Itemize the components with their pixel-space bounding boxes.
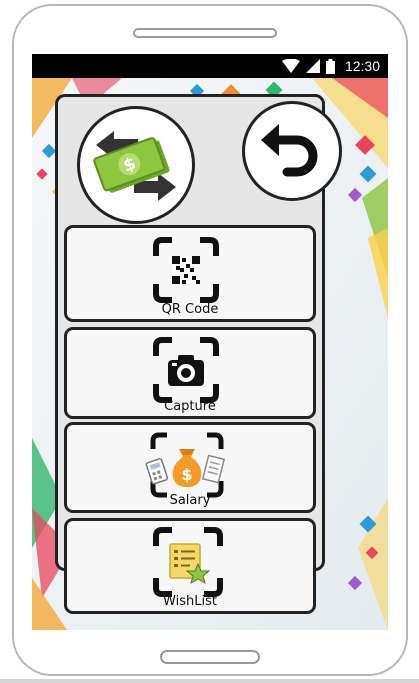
status-time: 12:30	[344, 58, 380, 74]
capture-button[interactable]: Capture	[64, 327, 316, 419]
camera-icon	[153, 337, 219, 403]
svg-text:$: $	[181, 465, 192, 484]
salary-button[interactable]: $ Salary	[64, 422, 316, 513]
back-button[interactable]	[242, 101, 342, 201]
qr-code-label: QR Code	[161, 302, 219, 317]
home-button[interactable]	[160, 650, 260, 664]
wishlist-icon	[153, 527, 223, 597]
signal-icon	[305, 59, 320, 73]
money-transfer-icon: $	[93, 131, 176, 201]
phone-speaker	[133, 28, 277, 38]
status-bar: 12:30	[32, 54, 388, 78]
wishlist-button[interactable]: WishList	[64, 518, 316, 614]
battery-icon	[325, 58, 335, 74]
money-bag-icon: $	[145, 432, 226, 498]
qr-code-button[interactable]: QR Code	[64, 225, 316, 322]
qr-scan-icon	[153, 237, 219, 303]
bottom-divider	[0, 679, 419, 683]
wifi-icon	[281, 59, 300, 73]
undo-arrow-icon	[261, 124, 318, 177]
app-logo: $	[77, 106, 195, 224]
